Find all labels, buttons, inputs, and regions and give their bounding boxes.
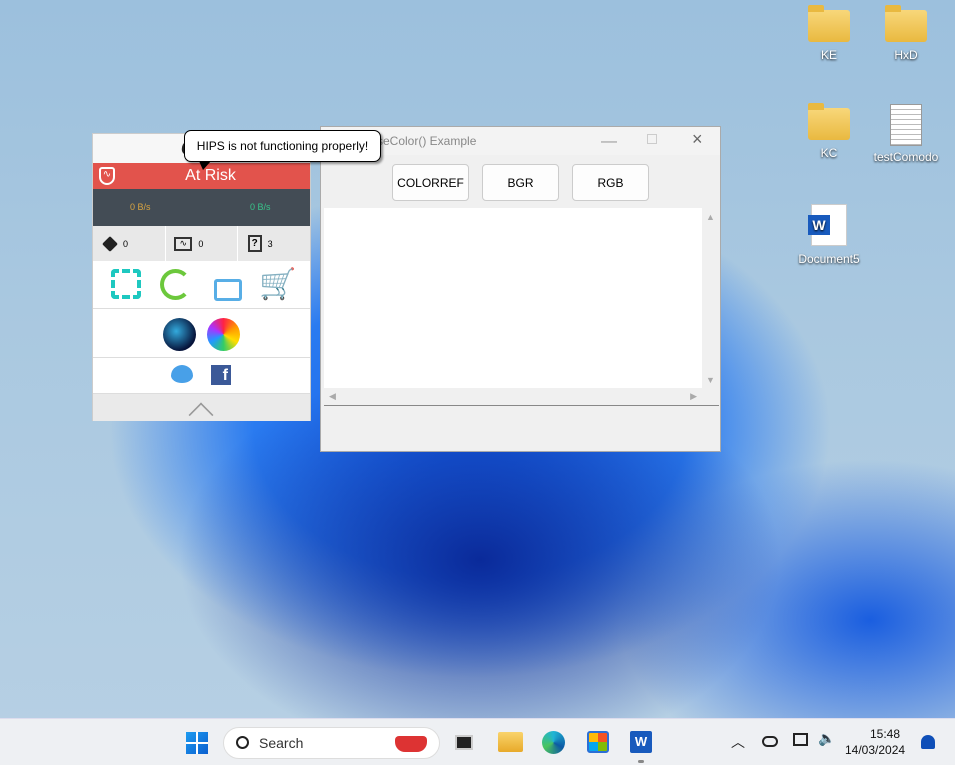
sandbox-box-icon (102, 235, 118, 252)
stats-row: 0 ∿ 0 ? 3 (93, 226, 310, 261)
horizontal-scrollbar[interactable]: ◀ ▶ (324, 388, 719, 405)
bgr-button[interactable]: BGR (482, 164, 559, 201)
vertical-scrollbar[interactable]: ▲ ▼ (702, 208, 719, 389)
cart-icon[interactable]: 🛒 (259, 267, 296, 302)
text-file-icon (890, 104, 922, 146)
folder-icon (808, 103, 850, 140)
unknown-files-stat[interactable]: ? 3 (238, 226, 310, 261)
comodo-widget: CO ∿ At Risk 0 B/s 0 B/s 0 ∿0 ?3 🛒 f (92, 133, 311, 428)
scan-icon[interactable] (111, 269, 141, 299)
search-icon (236, 736, 249, 749)
app-window: seColor() Example — × COLORREF BGR RGB ▲… (320, 126, 721, 452)
store-icon[interactable] (587, 731, 609, 753)
traffic-bar: 0 B/s 0 B/s (93, 189, 310, 226)
search-highlight-pie-icon (395, 736, 427, 752)
folder-icon (808, 5, 850, 42)
onedrive-offline-icon[interactable] (762, 736, 778, 747)
clock[interactable]: 15:48 14/03/2024 (845, 726, 905, 758)
notification-bell-icon[interactable] (921, 735, 935, 749)
icedragon-browser-icon[interactable] (207, 318, 240, 351)
chevron-up-icon (188, 402, 214, 428)
unlock-icon[interactable] (214, 279, 242, 301)
unknown-file-icon: ? (247, 235, 262, 252)
output-textarea[interactable]: ▲ ▼ ◀ ▶ (324, 208, 719, 406)
apps-row (93, 309, 310, 358)
sandbox-stat[interactable]: 0 (93, 226, 167, 261)
activity-monitor-icon: ∿ (174, 236, 193, 251)
desktop-icon-testcomodo[interactable]: testComodo (866, 104, 946, 164)
taskbar: Search W ︿ 🔈 15:48 14/03/2024 (0, 718, 955, 765)
volume-icon[interactable]: 🔈 (818, 730, 835, 747)
maximize-button[interactable] (647, 134, 657, 144)
active-app-indicator (638, 760, 644, 763)
tasks-row: 🛒 (93, 261, 310, 309)
start-button[interactable] (186, 732, 208, 754)
shield-pulse-icon: ∿ (99, 167, 115, 185)
window-title: seColor() Example (377, 134, 477, 148)
network-icon[interactable] (793, 733, 808, 746)
word-icon[interactable]: W (630, 731, 652, 753)
rgb-button[interactable]: RGB (572, 164, 649, 201)
minimize-button[interactable]: — (601, 133, 617, 151)
update-icon[interactable] (160, 269, 191, 300)
download-rate: 0 B/s (130, 202, 151, 212)
desktop-icon-kc[interactable]: KC (789, 103, 869, 160)
upload-rate: 0 B/s (250, 202, 271, 212)
twitter-icon[interactable] (171, 365, 193, 383)
file-explorer-icon[interactable] (498, 732, 523, 752)
task-view-icon[interactable] (455, 735, 473, 750)
desktop-icon-hxd[interactable]: HxD (866, 5, 946, 62)
show-hidden-icons-chevron-icon[interactable]: ︿ (731, 732, 745, 752)
folder-icon (885, 5, 927, 42)
close-button[interactable]: × (692, 129, 703, 150)
colorref-button[interactable]: COLORREF (392, 164, 469, 201)
activity-stat[interactable]: ∿ 0 (166, 226, 238, 261)
search-box[interactable]: Search (223, 727, 440, 759)
desktop-icon-document5[interactable]: W Document5 (789, 204, 869, 266)
social-row: f (93, 358, 310, 393)
hips-tooltip: HIPS is not functioning properly! (184, 130, 381, 170)
edge-icon[interactable] (542, 731, 565, 754)
dragon-browser-icon[interactable] (163, 318, 196, 351)
collapse-button[interactable] (93, 393, 310, 428)
word-document-icon: W (808, 204, 847, 246)
desktop-icon-ke[interactable]: KE (789, 5, 869, 62)
facebook-icon[interactable]: f (211, 365, 231, 385)
